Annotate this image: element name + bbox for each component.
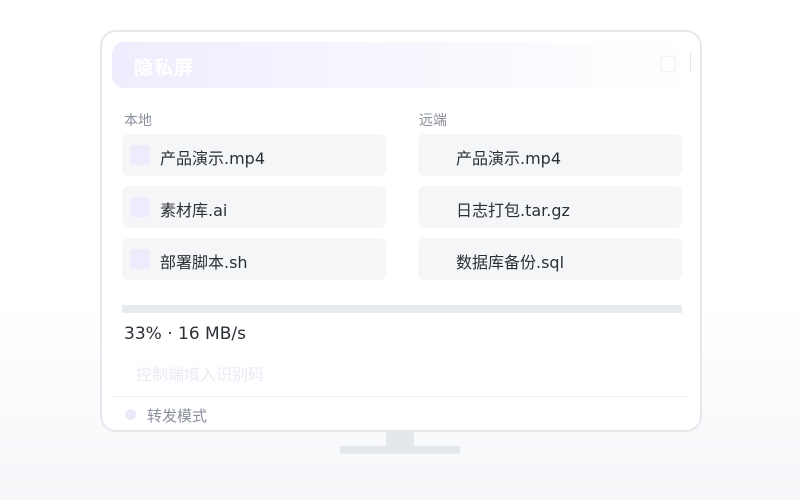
file-name: 产品演示.mp4 — [160, 149, 266, 168]
file-name: 部署脚本.sh — [160, 253, 248, 272]
file-icon — [130, 249, 150, 269]
remote-file-item[interactable]: 数据库备份.sql — [418, 238, 682, 280]
file-name: 日志打包.tar.gz — [456, 201, 570, 220]
identification-code-input[interactable] — [124, 360, 688, 388]
window-icon[interactable] — [660, 56, 676, 72]
remote-file-item[interactable]: 产品演示.mp4 — [418, 134, 682, 176]
remote-column-label: 远端 — [419, 113, 447, 129]
file-icon — [130, 197, 150, 217]
monitor-stand-base — [340, 446, 460, 454]
transfer-progress-bar — [122, 305, 682, 313]
remote-file-item[interactable]: 日志打包.tar.gz — [418, 186, 682, 228]
forward-mode-label[interactable]: 转发模式 — [147, 405, 207, 426]
file-icon — [130, 145, 150, 165]
header-divider — [690, 52, 691, 72]
file-name: 产品演示.mp4 — [456, 149, 562, 168]
monitor-frame: 隐私屏 本地 远端 产品演示.mp4 素材库.ai 部署脚本.sh 产品演示.m… — [100, 30, 702, 432]
transfer-status: 33% · 16 MB/s — [124, 324, 246, 344]
privacy-screen-header: 隐私屏 — [112, 42, 691, 88]
file-name: 素材库.ai — [160, 201, 228, 220]
page-title: 隐私屏 — [134, 57, 195, 79]
forward-mode-toggle-icon[interactable] — [125, 409, 136, 420]
divider — [112, 396, 690, 397]
local-file-item[interactable]: 部署脚本.sh — [122, 238, 386, 280]
progress-fill — [122, 305, 307, 313]
local-file-item[interactable]: 素材库.ai — [122, 186, 386, 228]
local-file-item[interactable]: 产品演示.mp4 — [122, 134, 386, 176]
local-column-label: 本地 — [124, 113, 152, 129]
monitor-stand-neck — [386, 430, 414, 446]
file-name: 数据库备份.sql — [456, 253, 565, 272]
